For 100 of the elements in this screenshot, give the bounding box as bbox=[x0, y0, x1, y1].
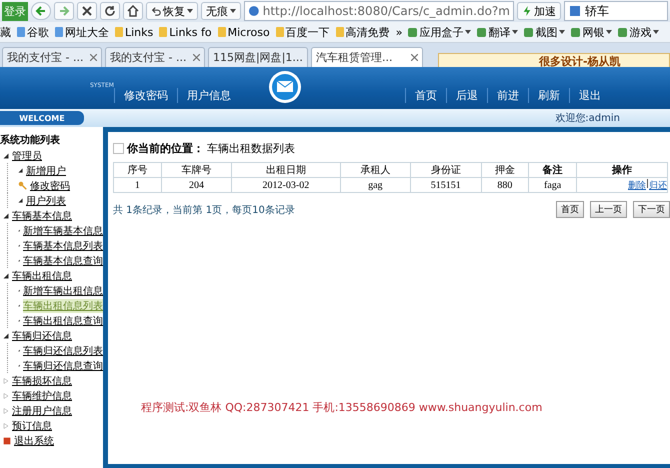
bookmark-item[interactable]: 藏 bbox=[0, 24, 11, 40]
sidebar-title: 系统功能列表 bbox=[0, 134, 61, 147]
toolbar-item[interactable]: 截图 bbox=[524, 24, 566, 40]
refresh-button[interactable] bbox=[100, 2, 120, 20]
toolbar-item[interactable]: 网银 bbox=[571, 24, 612, 40]
column-header: 备注 bbox=[528, 162, 576, 178]
table-cell: 880 bbox=[481, 178, 529, 192]
column-header: 承租人 bbox=[340, 162, 411, 178]
tree-item[interactable]: 管理员 bbox=[12, 148, 42, 162]
browser-tab[interactable]: 我的支付宝 - ... bbox=[105, 47, 205, 67]
nav-link[interactable]: 后退 bbox=[446, 88, 487, 103]
tree-item[interactable]: 车辆基本信息 bbox=[12, 208, 72, 222]
tree-item[interactable]: 新增车辆出租信息 bbox=[23, 284, 103, 298]
breadcrumb-value: 车辆出租数据列表 bbox=[207, 140, 295, 156]
bookmark-item[interactable]: 百度一下 bbox=[276, 24, 330, 40]
caret-icon bbox=[653, 30, 660, 34]
table-cell: faga bbox=[528, 178, 576, 192]
nav-link[interactable]: 刷新 bbox=[528, 88, 569, 103]
collapsed-triangle-icon[interactable] bbox=[3, 378, 9, 384]
caret-icon bbox=[465, 30, 472, 34]
tree-item[interactable]: 退出系统 bbox=[14, 434, 54, 448]
caret-icon bbox=[230, 9, 236, 13]
pagination-summary: 共 1条纪录，当前第 1页，每页10条记录 bbox=[113, 204, 295, 216]
nav-link[interactable]: 前进 bbox=[487, 88, 528, 103]
collapsed-triangle-icon[interactable] bbox=[3, 392, 9, 398]
tree-item[interactable]: 车辆归还信息列表 bbox=[23, 344, 103, 358]
restore-button[interactable]: 恢复 bbox=[146, 2, 198, 20]
bookmark-item[interactable]: Microso bbox=[218, 26, 270, 38]
page-button[interactable]: 下一页 bbox=[633, 201, 670, 218]
column-header: 序号 bbox=[114, 162, 162, 178]
tree-item[interactable]: 预订信息 bbox=[12, 418, 52, 432]
search-field[interactable]: 轿车 bbox=[564, 1, 668, 21]
browser-tab[interactable]: 我的支付宝 - ... bbox=[2, 47, 102, 67]
accelerate-button[interactable]: 加速 bbox=[517, 2, 561, 20]
refresh-icon bbox=[104, 5, 116, 17]
tree-item[interactable]: 车辆基本信息查询 bbox=[23, 254, 103, 268]
column-header: 身份证 bbox=[410, 162, 482, 178]
tree-item[interactable]: 新增用户 bbox=[26, 164, 66, 178]
home-button[interactable] bbox=[123, 2, 143, 20]
tree-item[interactable]: 用户列表 bbox=[26, 194, 66, 208]
bookmark-item[interactable]: 谷歌 bbox=[17, 24, 49, 40]
tree-item[interactable]: 车辆损坏信息 bbox=[12, 374, 72, 388]
footer-text: 程序测试:双鱼林 QQ:287307421 手机:13558690869 www.shuangyulin.com bbox=[141, 400, 544, 415]
bookmark-item[interactable]: 高清免费 bbox=[336, 24, 390, 40]
nav-link[interactable]: 用户信息 bbox=[176, 88, 240, 103]
caret-icon bbox=[512, 30, 518, 34]
page-button[interactable]: 首页 bbox=[556, 201, 584, 218]
action-link[interactable]: 删除 bbox=[628, 180, 646, 190]
table-cell: 204 bbox=[161, 178, 232, 192]
close-icon bbox=[81, 5, 93, 17]
more-bookmarks[interactable]: » bbox=[396, 26, 402, 38]
exit-icon bbox=[3, 436, 11, 444]
login-button[interactable]: 登录 bbox=[2, 2, 28, 20]
leaf-triangle-icon bbox=[18, 198, 23, 203]
toolbar-item[interactable]: 游戏 bbox=[618, 24, 660, 40]
toolbar-item[interactable]: 翻译 bbox=[477, 24, 518, 40]
back-button[interactable] bbox=[31, 2, 51, 20]
tree-item[interactable]: 修改密码 bbox=[30, 178, 70, 192]
collapsed-triangle-icon[interactable] bbox=[3, 422, 9, 428]
toolbar-item[interactable]: 应用盒子 bbox=[408, 24, 472, 40]
address-field[interactable]: http://localhost:8080/Cars/c_admin.do?m bbox=[244, 1, 514, 21]
welcome-user: 欢迎您:admin bbox=[555, 112, 620, 125]
expanded-triangle-icon[interactable] bbox=[3, 272, 9, 278]
tree-item[interactable]: 车辆维护信息 bbox=[12, 388, 72, 402]
table-cell: 515151 bbox=[410, 178, 482, 192]
action-link[interactable]: 归还 bbox=[649, 180, 667, 190]
column-header: 操作 bbox=[576, 162, 668, 178]
bookmark-item[interactable]: Links fo bbox=[159, 26, 212, 38]
close-icon[interactable] bbox=[411, 54, 418, 61]
page-button[interactable]: 上一页 bbox=[590, 201, 627, 218]
nav-link[interactable]: 首页 bbox=[405, 88, 446, 103]
incognito-button[interactable]: 无痕 bbox=[201, 2, 241, 20]
forward-arrow-icon bbox=[58, 5, 70, 17]
column-header: 出租日期 bbox=[232, 162, 340, 178]
expanded-triangle-icon[interactable] bbox=[3, 152, 9, 158]
close-icon[interactable] bbox=[90, 54, 97, 61]
close-button[interactable] bbox=[77, 2, 97, 20]
envelope-icon bbox=[268, 70, 302, 104]
tree-item[interactable]: 车辆出租信息查询 bbox=[23, 314, 103, 328]
home-icon bbox=[127, 5, 139, 17]
tree-item[interactable]: 车辆归还信息 bbox=[12, 328, 72, 342]
tree-item[interactable]: 车辆基本信息列表 bbox=[23, 238, 103, 252]
checkbox[interactable] bbox=[113, 142, 124, 154]
tree-item[interactable]: 注册用户信息 bbox=[12, 404, 72, 418]
browser-tab[interactable]: 115网盘|网盘|1... bbox=[208, 47, 308, 67]
nav-link[interactable]: 退出 bbox=[569, 88, 610, 103]
expanded-triangle-icon[interactable] bbox=[3, 212, 9, 218]
tree-item[interactable]: 车辆归还信息查询 bbox=[23, 358, 103, 372]
bookmark-item[interactable]: 网址大全 bbox=[55, 24, 109, 40]
breadcrumb-label: 你当前的位置： bbox=[127, 140, 204, 156]
tree-item[interactable]: 新增车辆基本信息 bbox=[23, 224, 103, 238]
collapsed-triangle-icon[interactable] bbox=[3, 408, 9, 414]
close-icon[interactable] bbox=[193, 54, 200, 61]
nav-link[interactable]: 修改密码 bbox=[114, 88, 177, 103]
caret-icon bbox=[187, 9, 193, 13]
back-arrow-icon bbox=[35, 5, 47, 17]
browser-tab[interactable]: 汽车租赁管理... bbox=[311, 47, 423, 67]
expanded-triangle-icon[interactable] bbox=[3, 332, 9, 338]
tree-item[interactable]: 车辆出租信息 bbox=[12, 268, 72, 282]
bookmark-item[interactable]: Links bbox=[115, 26, 154, 38]
